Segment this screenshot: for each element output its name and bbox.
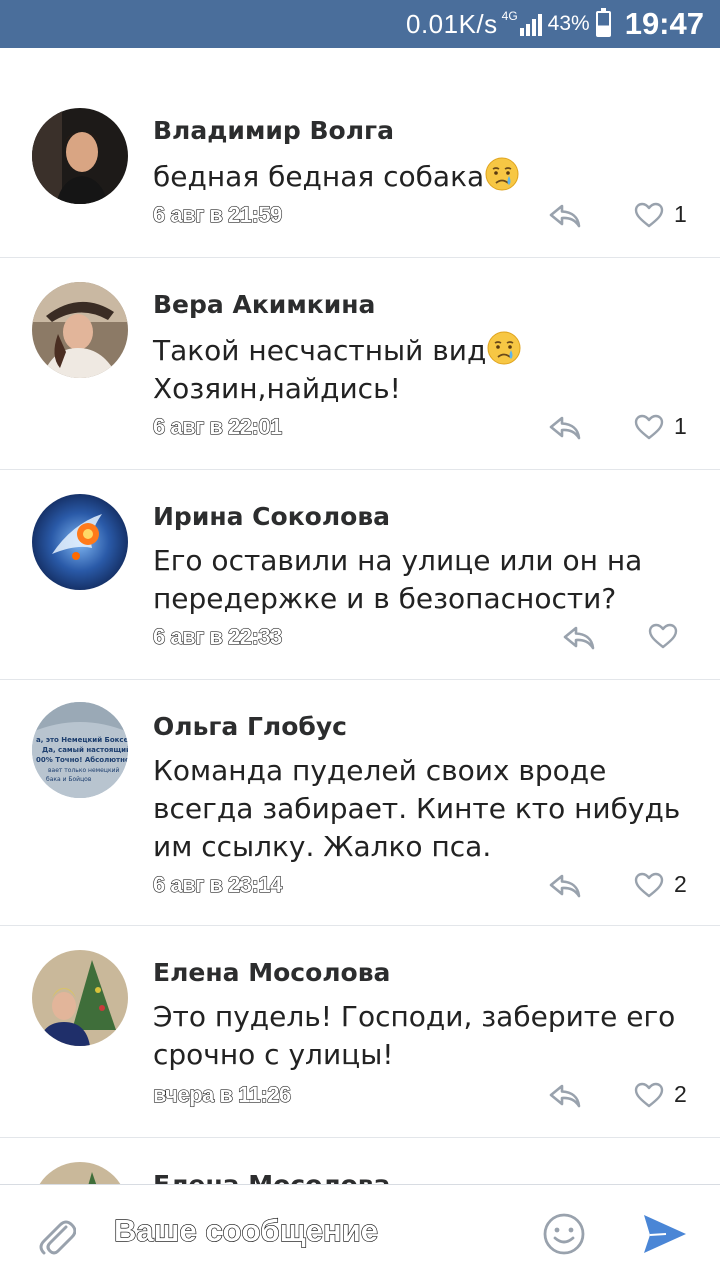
comment-date: 6 авг в 22:33 [153, 624, 283, 650]
like-count: 1 [674, 201, 687, 227]
avatar-text-line: а, это Немецкий Боксер [36, 736, 128, 744]
like-count: 2 [674, 871, 687, 897]
paperclip-icon[interactable] [36, 1213, 76, 1257]
comment-date: 6 авг в 22:01 [153, 414, 283, 440]
avatar[interactable] [32, 950, 128, 1046]
avatar-text-line: вает только немецкий [48, 767, 119, 774]
comment-text: бедная бедная собака [153, 156, 693, 196]
heart-icon [648, 623, 678, 649]
network-type: 4G [501, 9, 518, 23]
like-count: 1 [674, 413, 687, 439]
comment-author[interactable]: Елена Мосолова [153, 1170, 390, 1184]
comment-author[interactable]: Ирина Соколова [153, 502, 390, 531]
comment-list[interactable]: Владимир Волга бедная бедная собака 6 ав… [0, 48, 720, 1184]
signal-icon [519, 12, 542, 36]
comment-text: Команда пуделей своих вроде всегда забир… [153, 754, 681, 863]
comment-author[interactable]: Елена Мосолова [153, 958, 390, 987]
comment-text-line1: Такой несчастный вид [153, 334, 487, 367]
avatar[interactable] [32, 494, 128, 590]
avatar[interactable] [32, 108, 128, 204]
avatar-text-line: Да, самый настоящий! [42, 746, 128, 754]
comment-date: 6 авг в 21:59 [153, 202, 283, 228]
reply-icon[interactable] [548, 872, 582, 900]
reply-icon[interactable] [548, 414, 582, 442]
heart-icon [634, 1082, 664, 1108]
comment-text-content: бедная бедная собака [153, 160, 485, 193]
comment-date: вчера в 11:26 [153, 1082, 292, 1108]
comment-text-line2: Хозяин,найдись! [153, 372, 401, 405]
status-bar: 0.01K/s 4G 43% 19:47 [0, 0, 720, 48]
comment-date: 6 авг в 23:14 [153, 872, 283, 898]
reply-icon[interactable] [548, 202, 582, 230]
comment-item: а, это Немецкий Боксер Да, самый настоящ… [0, 680, 720, 926]
like-button[interactable]: 2 [634, 1081, 687, 1108]
reply-icon[interactable] [548, 1082, 582, 1110]
avatar-text-line: бака и Бойцов [46, 776, 92, 783]
comment-text: Его оставили на улице или он на передерж… [153, 544, 643, 615]
comment-author[interactable]: Вера Акимкина [153, 290, 375, 319]
comment-author[interactable]: Владимир Волга [153, 116, 394, 145]
like-button[interactable]: 1 [634, 201, 687, 228]
battery-icon [595, 8, 611, 37]
comment-item: Елена Мосолова [0, 1138, 720, 1184]
like-button[interactable] [648, 623, 688, 649]
heart-icon [634, 202, 664, 228]
heart-icon [634, 872, 664, 898]
like-button[interactable]: 2 [634, 871, 687, 898]
clock: 19:47 [624, 6, 704, 41]
battery-percent: 43% [547, 12, 590, 35]
comment-item: Ирина Соколова Его оставили на улице или… [0, 470, 720, 680]
message-input[interactable] [112, 1211, 512, 1257]
comment-item: Елена Мосолова Это пудель! Господи, забе… [0, 926, 720, 1138]
comment-item: Владимир Волга бедная бедная собака 6 ав… [0, 60, 720, 258]
avatar[interactable] [32, 282, 128, 378]
heart-icon [634, 414, 664, 440]
message-composer: Ваше сообщение [0, 1184, 720, 1280]
crying-face-icon [484, 156, 520, 192]
comment-text: Это пудель! Господи, заберите его срочно… [153, 1000, 676, 1071]
avatar[interactable]: а, это Немецкий Боксер Да, самый настоящ… [32, 702, 128, 798]
like-count: 2 [674, 1081, 687, 1107]
network-speed: 0.01K/s [405, 8, 498, 39]
comment-text: Такой несчастный вид Хозяин,найдись! [153, 330, 693, 408]
comment-item: Вера Акимкина Такой несчастный вид Хозяи… [0, 258, 720, 470]
smile-icon[interactable] [542, 1212, 586, 1256]
crying-face-icon [486, 330, 522, 366]
avatar-text-line: 00% Точно! Абсолютно! [36, 756, 128, 764]
send-icon[interactable] [642, 1213, 688, 1255]
like-button[interactable]: 1 [634, 413, 687, 440]
reply-icon[interactable] [562, 624, 596, 652]
comment-author[interactable]: Ольга Глобус [153, 712, 347, 741]
avatar[interactable] [32, 1162, 128, 1184]
